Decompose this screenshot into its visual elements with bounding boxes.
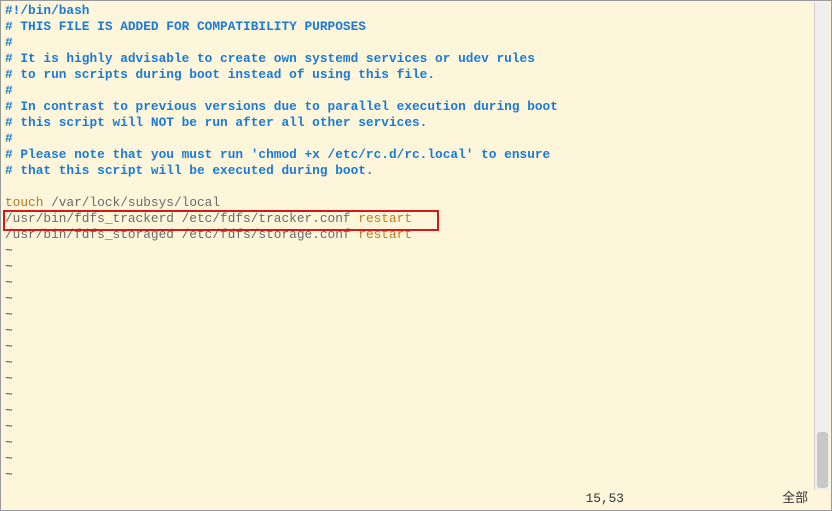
file-line: # this script will NOT be run after all … bbox=[5, 115, 813, 131]
empty-line-tilde: ~ bbox=[5, 419, 813, 435]
empty-line-tilde: ~ bbox=[5, 291, 813, 307]
file-line: # Please note that you must run 'chmod +… bbox=[5, 147, 813, 163]
file-line: # THIS FILE IS ADDED FOR COMPATIBILITY P… bbox=[5, 19, 813, 35]
editor-window: #!/bin/bash# THIS FILE IS ADDED FOR COMP… bbox=[0, 0, 832, 511]
empty-line-tilde: ~ bbox=[5, 467, 813, 483]
scroll-indicator: 全部 bbox=[782, 491, 808, 507]
empty-line-tilde: ~ bbox=[5, 243, 813, 259]
empty-line-tilde: ~ bbox=[5, 355, 813, 371]
empty-line-tilde: ~ bbox=[5, 339, 813, 355]
empty-line-tilde: ~ bbox=[5, 275, 813, 291]
file-line: # bbox=[5, 131, 813, 147]
file-line: # bbox=[5, 35, 813, 51]
file-line: # that this script will be executed duri… bbox=[5, 163, 813, 179]
file-line: /usr/bin/fdfs_trackerd /etc/fdfs/tracker… bbox=[5, 211, 813, 227]
empty-line-tilde: ~ bbox=[5, 259, 813, 275]
empty-line-tilde: ~ bbox=[5, 451, 813, 467]
file-line: # In contrast to previous versions due t… bbox=[5, 99, 813, 115]
empty-line-tilde: ~ bbox=[5, 371, 813, 387]
file-line bbox=[5, 179, 813, 195]
file-line: # It is highly advisable to create own s… bbox=[5, 51, 813, 67]
vertical-scrollbar[interactable] bbox=[814, 2, 830, 490]
empty-line-tilde: ~ bbox=[5, 403, 813, 419]
empty-line-tilde: ~ bbox=[5, 307, 813, 323]
file-line: # to run scripts during boot instead of … bbox=[5, 67, 813, 83]
file-line: #!/bin/bash bbox=[5, 3, 813, 19]
scrollbar-thumb[interactable] bbox=[817, 432, 828, 488]
file-line: touch /var/lock/subsys/local bbox=[5, 195, 813, 211]
file-line: /usr/bin/fdfs_storaged /etc/fdfs/storage… bbox=[5, 227, 813, 243]
cursor-position: 15,53 bbox=[586, 491, 624, 507]
file-buffer[interactable]: #!/bin/bash# THIS FILE IS ADDED FOR COMP… bbox=[5, 3, 813, 490]
empty-line-tilde: ~ bbox=[5, 323, 813, 339]
empty-line-tilde: ~ bbox=[5, 387, 813, 403]
file-line: # bbox=[5, 83, 813, 99]
status-bar: 15,53 全部 bbox=[2, 491, 814, 509]
empty-line-tilde: ~ bbox=[5, 435, 813, 451]
